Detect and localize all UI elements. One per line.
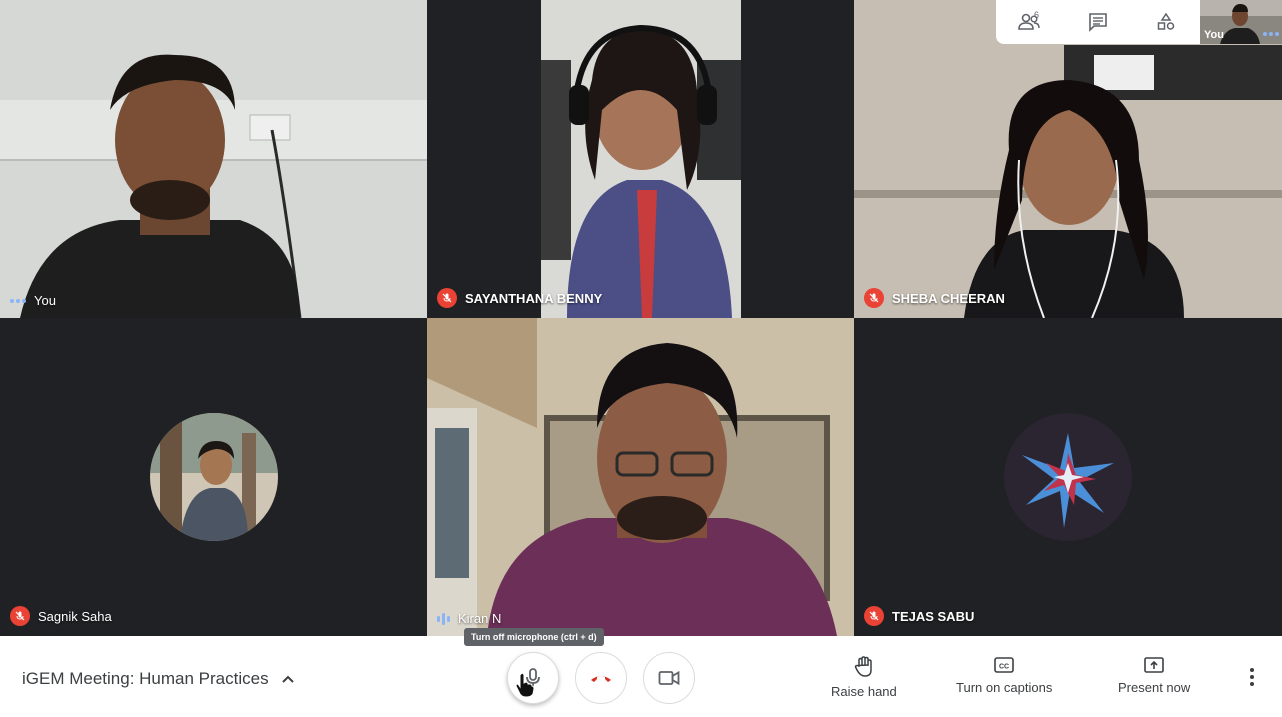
participant-label: TEJAS SABU [892,608,975,624]
chat-button[interactable] [1064,0,1132,44]
present-now-label: Present now [1118,680,1191,695]
participant-video [427,0,854,318]
raise-hand-button[interactable]: Raise hand [831,656,897,699]
mic-muted-icon [864,606,884,626]
closed-captions-icon: CC [994,657,1014,673]
self-view-thumbnail[interactable]: You [1200,0,1282,44]
more-options-icon [1263,32,1279,36]
top-right-toolbar: 6 You [996,0,1282,44]
participant-label: Sagnik Saha [38,608,112,624]
participants-button[interactable]: 6 [996,0,1064,44]
more-options-button[interactable] [1242,668,1262,686]
active-indicator-icon [10,298,26,303]
video-camera-icon [658,670,680,686]
participant-tile-sheba[interactable]: SHEBA CHEERAN [854,0,1282,318]
kebab-dot [1250,682,1254,686]
hang-up-icon [591,676,611,682]
present-now-button[interactable]: Present now [1118,656,1190,695]
leave-call-button[interactable] [575,652,627,704]
participant-name-sheba: SHEBA CHEERAN [864,288,1005,308]
participant-count: 6 [1034,10,1040,20]
participant-tile-you[interactable]: You [0,0,427,318]
participant-name-you: You [10,293,56,308]
present-screen-icon [1144,657,1164,673]
participant-name-tejas: TEJAS SABU [864,606,974,626]
activities-icon [1157,12,1175,30]
mic-muted-icon [10,606,30,626]
participant-avatar [149,413,278,541]
participant-tile-sayanthana[interactable]: SAYANTHANA BENNY [427,0,854,318]
microphone-tooltip: Turn off microphone (ctrl + d) [464,628,604,646]
participant-label: SHEBA CHEERAN [892,290,1005,306]
kebab-dot [1250,675,1254,679]
camera-button[interactable] [643,652,695,704]
svg-text:CC: CC [999,664,1009,671]
hand-icon [854,656,872,677]
self-view-label: You [1204,29,1224,41]
participant-name-kiran: Kiran N [437,611,501,626]
chat-icon [1089,13,1107,32]
captions-button[interactable]: CC Turn on captions [956,656,1052,695]
participant-label: Kiran N [458,611,502,626]
mic-muted-icon [864,288,884,308]
speaking-indicator-icon [437,612,450,626]
participant-avatar [1004,413,1132,541]
participant-name-sayanthana: SAYANTHANA BENNY [437,288,602,308]
participant-label: SAYANTHANA BENNY [465,290,603,306]
participant-tile-tejas[interactable]: TEJAS SABU [854,318,1282,636]
participant-video [854,0,1282,318]
meeting-title: iGEM Meeting: Human Practices [22,669,269,688]
meeting-details-toggle[interactable]: iGEM Meeting: Human Practices [22,669,295,689]
mic-muted-icon [437,288,457,308]
participant-tile-kiran[interactable]: Kiran N [427,318,854,636]
people-icon [1018,13,1040,30]
participant-video [0,0,427,318]
raise-hand-label: Raise hand [831,684,897,699]
hand-cursor-icon [515,672,535,698]
captions-label: Turn on captions [956,680,1053,695]
participant-video [427,318,854,636]
chevron-up-icon [281,675,294,683]
video-grid: You SAYANTHANA BENNY SHEBA CHEERAN Sagni… [0,0,1282,636]
kebab-dot [1250,668,1254,672]
participant-name-sagnik: Sagnik Saha [10,606,112,626]
participant-label: You [34,293,56,308]
activities-button[interactable] [1132,0,1200,44]
participant-tile-sagnik[interactable]: Sagnik Saha [0,318,427,636]
